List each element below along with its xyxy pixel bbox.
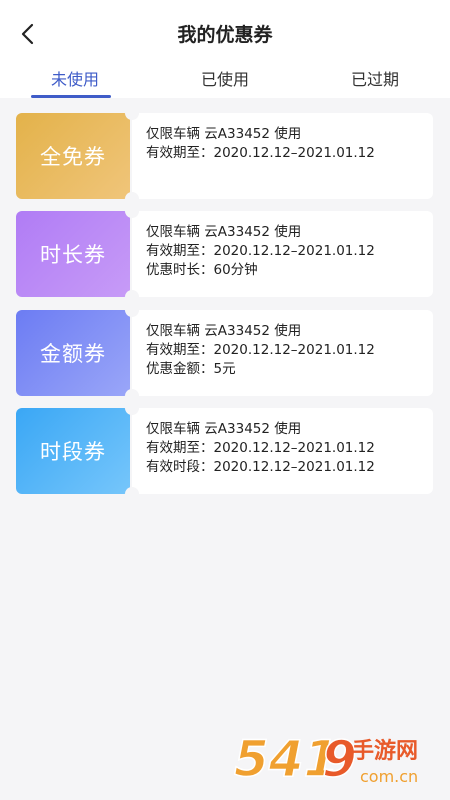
coupon-type-label: 金额券 bbox=[40, 342, 106, 366]
top-bar: 我的优惠券 未使用 已使用 已过期 bbox=[0, 0, 450, 98]
coupon-benefit: 有效时段：2020.12.12–2021.01.12 bbox=[146, 459, 375, 475]
coupon-type-badge: 时长券 bbox=[16, 211, 130, 297]
coupon-vehicle: 仅限车辆 云A33452 使用 bbox=[146, 126, 302, 142]
coupon-type-badge: 金额券 bbox=[16, 310, 130, 396]
watermark-logo: 541 9 手游网 com.cn bbox=[232, 722, 442, 792]
coupon-type-label: 时段券 bbox=[40, 440, 106, 464]
coupon-vehicle: 仅限车辆 云A33452 使用 bbox=[146, 323, 302, 339]
coupon-validity: 有效期至：2020.12.12–2021.01.12 bbox=[146, 440, 375, 456]
page-title: 我的优惠券 bbox=[177, 24, 273, 46]
ticket-notch bbox=[125, 290, 139, 304]
ticket-notch bbox=[125, 106, 139, 120]
tab-bar: 未使用 已使用 已过期 bbox=[0, 62, 450, 98]
coupon-type-label: 时长券 bbox=[40, 243, 106, 267]
coupon-details: 仅限车辆 云A33452 使用 有效期至：2020.12.12–2021.01.… bbox=[132, 310, 433, 396]
coupon-validity: 有效期至：2020.12.12–2021.01.12 bbox=[146, 243, 375, 259]
svg-text:手游网: 手游网 bbox=[352, 738, 418, 764]
coupon-benefit: 优惠金额：5元 bbox=[146, 361, 236, 377]
coupon-card[interactable]: 金额券 仅限车辆 云A33452 使用 有效期至：2020.12.12–2021… bbox=[16, 303, 433, 403]
coupon-validity: 有效期至：2020.12.12–2021.01.12 bbox=[146, 145, 375, 161]
ticket-notch bbox=[125, 303, 139, 317]
coupon-details: 仅限车辆 云A33452 使用 有效期至：2020.12.12–2021.01.… bbox=[132, 408, 433, 494]
coupon-type-badge: 全免券 bbox=[16, 113, 130, 199]
tab-unused[interactable]: 未使用 bbox=[0, 62, 150, 98]
svg-text:com.cn: com.cn bbox=[360, 767, 418, 786]
header: 我的优惠券 bbox=[0, 0, 450, 62]
coupon-card[interactable]: 全免券 仅限车辆 云A33452 使用 有效期至：2020.12.12–2021… bbox=[16, 106, 433, 206]
tab-expired[interactable]: 已过期 bbox=[300, 62, 450, 98]
tab-used[interactable]: 已使用 bbox=[150, 62, 300, 98]
ticket-notch bbox=[125, 401, 139, 415]
coupon-vehicle: 仅限车辆 云A33452 使用 bbox=[146, 224, 302, 240]
coupon-details: 仅限车辆 云A33452 使用 有效期至：2020.12.12–2021.01.… bbox=[132, 211, 433, 297]
ticket-notch bbox=[125, 487, 139, 501]
coupon-validity: 有效期至：2020.12.12–2021.01.12 bbox=[146, 342, 375, 358]
coupon-type-badge: 时段券 bbox=[16, 408, 130, 494]
coupon-details: 仅限车辆 云A33452 使用 有效期至：2020.12.12–2021.01.… bbox=[132, 113, 433, 199]
coupon-card[interactable]: 时长券 仅限车辆 云A33452 使用 有效期至：2020.12.12–2021… bbox=[16, 204, 433, 304]
coupon-benefit: 优惠时长：60分钟 bbox=[146, 262, 258, 278]
coupon-card[interactable]: 时段券 仅限车辆 云A33452 使用 有效期至：2020.12.12–2021… bbox=[16, 401, 433, 501]
watermark-logo-graphic: 541 9 手游网 com.cn bbox=[233, 729, 418, 789]
ticket-notch bbox=[125, 204, 139, 218]
coupon-type-label: 全免券 bbox=[40, 145, 106, 169]
coupon-vehicle: 仅限车辆 云A33452 使用 bbox=[146, 421, 302, 437]
